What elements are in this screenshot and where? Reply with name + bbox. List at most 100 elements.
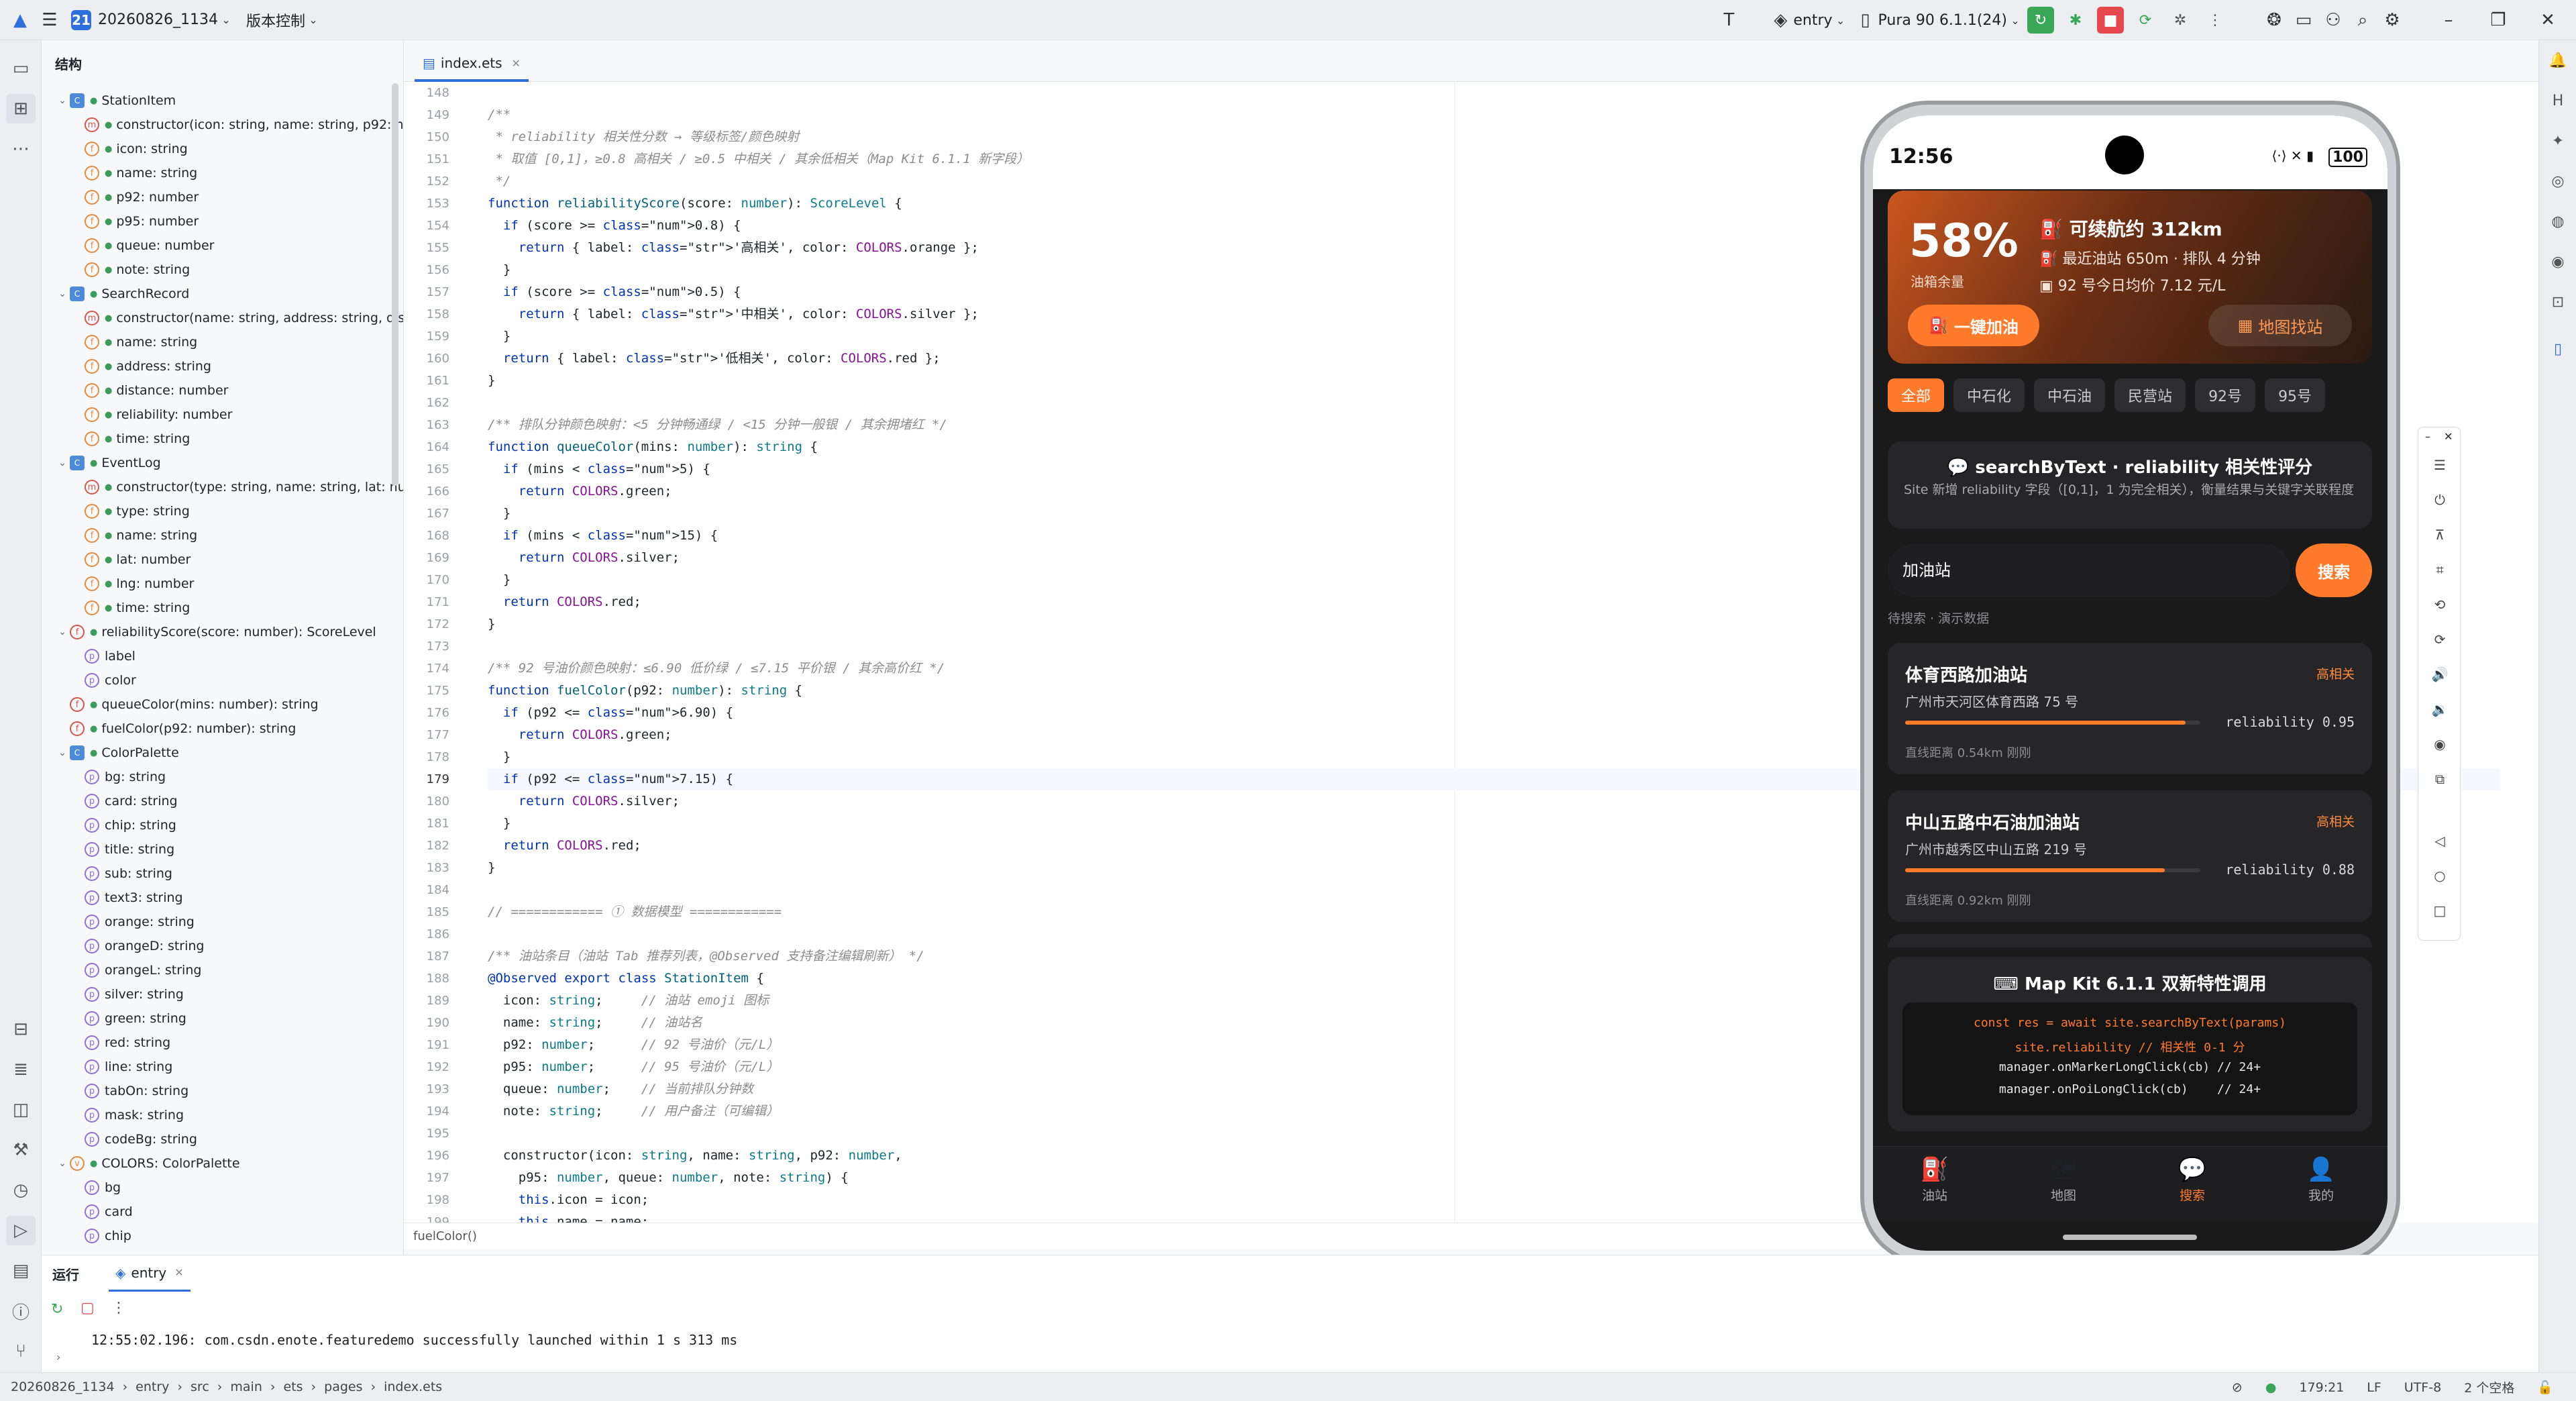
rotate-icon[interactable]: ⟲ (2426, 591, 2453, 618)
tab-index-ets[interactable]: ▤ index.ets ✕ (415, 47, 529, 82)
tab-entry[interactable]: ◈ entry ✕ (109, 1255, 191, 1292)
console-icon[interactable]: ▤ (6, 1256, 36, 1286)
chevron-down-icon[interactable]: ⌄ (55, 458, 70, 468)
filter-chip[interactable]: 92号 (2195, 378, 2256, 412)
close-icon[interactable]: ✕ (174, 1266, 183, 1279)
tree-node[interactable]: p tabOn: string (42, 1079, 403, 1103)
tree-node[interactable]: ⌄ C ● StationItem (42, 89, 403, 113)
encoding[interactable]: UTF-8 (2404, 1380, 2441, 1395)
rerun-button[interactable]: ↻ (2027, 7, 2054, 34)
home-indicator[interactable] (2063, 1235, 2197, 1240)
breadcrumb-item[interactable]: index.ets (384, 1380, 442, 1394)
crop-icon[interactable]: ⌗ (2426, 556, 2453, 583)
tree-node[interactable]: ⌄ C ● SearchRecord (42, 282, 403, 306)
tree-node[interactable]: p card (42, 1200, 403, 1224)
breadcrumb-item[interactable]: ets (283, 1380, 303, 1394)
breadcrumb-item[interactable]: entry (136, 1380, 169, 1394)
indent-setting[interactable]: 2 个空格 (2464, 1378, 2514, 1396)
tree-node[interactable]: p bg: string (42, 765, 403, 789)
device-selector[interactable]: Pura 90 6.1.1(24) (1878, 12, 2007, 29)
tree-node[interactable]: p card: string (42, 789, 403, 813)
tree-node[interactable]: p orange: string (42, 910, 403, 934)
project-switcher[interactable]: 20260826_1134 (98, 11, 218, 28)
copy-icon[interactable]: ⧉ (2426, 766, 2453, 792)
more-icon[interactable]: ⋯ (6, 134, 36, 164)
main-menu-icon[interactable]: ☰ (35, 5, 64, 35)
editor-breadcrumb[interactable]: fuelColor() (404, 1223, 1880, 1249)
terminal-icon[interactable]: ⊟ (6, 1015, 36, 1044)
tree-node[interactable]: f ● distance: number (42, 378, 403, 403)
tree-node[interactable]: f ● fuelColor(p92: number): string (42, 717, 403, 741)
chevron-down-icon[interactable]: ⌄ (305, 5, 321, 35)
restore-icon[interactable]: ❐ (2483, 5, 2513, 35)
device-screen[interactable]: 12:56 ⟨·⟩ ✕ ▮ 100 58% 油箱余量 ⛽ 可续航约 312km … (1873, 115, 2387, 1251)
result-card[interactable]: 中山五路中石油加油站 高相关 广州市越秀区中山五路 219 号 reliability… (1888, 790, 2372, 922)
resource-icon[interactable]: ◎ (2544, 168, 2571, 195)
rotate-right-icon[interactable]: ⟳ (2426, 626, 2453, 653)
minimize-icon[interactable]: – (2425, 430, 2430, 443)
chevron-down-icon[interactable]: ⌄ (55, 1158, 70, 1169)
font-tool-icon[interactable]: T (1714, 5, 1743, 35)
folder-icon[interactable]: ▭ (2289, 5, 2318, 35)
map-find-button[interactable]: ▦ 地图找站 (2208, 305, 2352, 346)
tree-node[interactable]: f ● type: string (42, 499, 403, 523)
close-icon[interactable]: ✕ (512, 57, 521, 70)
tree-node[interactable]: f ● time: string (42, 596, 403, 620)
search-input[interactable]: 加油站 (1888, 543, 2290, 597)
tree-node[interactable]: p color (42, 668, 403, 692)
tree-node[interactable]: m ● constructor(icon: string, name: string… (42, 113, 403, 137)
debug-icon[interactable]: ✱ (2062, 7, 2089, 34)
chevron-down-icon[interactable]: ⌄ (2007, 5, 2023, 35)
breadcrumb-item[interactable]: src (191, 1380, 209, 1394)
tree-node[interactable]: f ● address: string (42, 354, 403, 378)
project-folder-icon[interactable]: ▭ (6, 54, 36, 83)
tree-node[interactable]: p chip (42, 1224, 403, 1248)
filter-chip[interactable]: 中石化 (1953, 378, 2025, 412)
volume-down-icon[interactable]: 🔉 (2426, 696, 2453, 723)
tab-mine[interactable]: 👤 我的 (2288, 1156, 2355, 1204)
volume-up-icon[interactable]: 🔊 (2426, 661, 2453, 688)
log-icon[interactable]: ≣ (6, 1055, 36, 1084)
layers-icon[interactable]: ◫ (6, 1095, 36, 1125)
tree-node[interactable]: p orangeD: string (42, 934, 403, 958)
more-icon[interactable]: ⋮ (111, 1300, 126, 1316)
search-button[interactable]: 搜索 (2296, 543, 2372, 597)
module-selector[interactable]: entry (1793, 12, 1832, 29)
breadcrumb-item[interactable]: pages (324, 1380, 362, 1394)
tree-node[interactable]: ⌄ f ● reliabilityScore(score: number): Scor… (42, 620, 403, 644)
tree-node[interactable]: ⌄ C ● ColorPalette (42, 741, 403, 765)
chevron-down-icon[interactable]: ⌄ (55, 289, 70, 299)
expand-icon[interactable]: › (56, 1351, 60, 1363)
problems-icon[interactable]: ⓘ (6, 1296, 36, 1326)
line-ending[interactable]: LF (2367, 1380, 2381, 1395)
tree-node[interactable]: f ● time: string (42, 427, 403, 451)
lock-icon[interactable]: ⊘ (2232, 1380, 2243, 1395)
bug-icon[interactable]: ✲ (2167, 7, 2194, 34)
tree-node[interactable]: p sub: string (42, 862, 403, 886)
tree-node[interactable]: f ● lng: number (42, 572, 403, 596)
tree-node[interactable]: p silver: string (42, 982, 403, 1006)
account-icon[interactable]: ⚇ (2318, 5, 2348, 35)
tree-node[interactable]: f ● name: string (42, 161, 403, 185)
tree-node[interactable]: ⌄ v ● COLORS: ColorPalette (42, 1151, 403, 1176)
chevron-down-icon[interactable]: ⌄ (55, 627, 70, 637)
tree-node[interactable]: p mask: string (42, 1103, 403, 1127)
filter-chip[interactable]: 95号 (2265, 378, 2326, 412)
scrollbar[interactable] (392, 83, 398, 486)
tree-node[interactable]: f ● queue: number (42, 234, 403, 258)
tree-node[interactable]: f ● p92: number (42, 185, 403, 209)
readonly-lock-icon[interactable]: 🔓 (2537, 1380, 2553, 1395)
screenshot-icon[interactable]: ◉ (2426, 731, 2453, 758)
tree-node[interactable]: f ● queueColor(mins: number): string (42, 692, 403, 717)
tree-node[interactable]: f ● lat: number (42, 548, 403, 572)
tree-node[interactable]: f ● icon: string (42, 137, 403, 161)
device-manager-icon[interactable]: ▯ (2544, 335, 2571, 362)
gear-icon[interactable]: ⚙ (2377, 5, 2407, 35)
power-icon[interactable]: ⏻ (2426, 486, 2453, 513)
rerun-icon[interactable]: ↻ (51, 1301, 63, 1318)
run-panel-icon[interactable]: ▷ (6, 1216, 36, 1245)
robot-icon[interactable]: ⊡ (2544, 289, 2571, 315)
search-icon[interactable]: ⌕ (2348, 5, 2377, 35)
plugin-icon[interactable]: ❂ (2259, 5, 2289, 35)
minimize-icon[interactable]: – (2434, 5, 2463, 35)
